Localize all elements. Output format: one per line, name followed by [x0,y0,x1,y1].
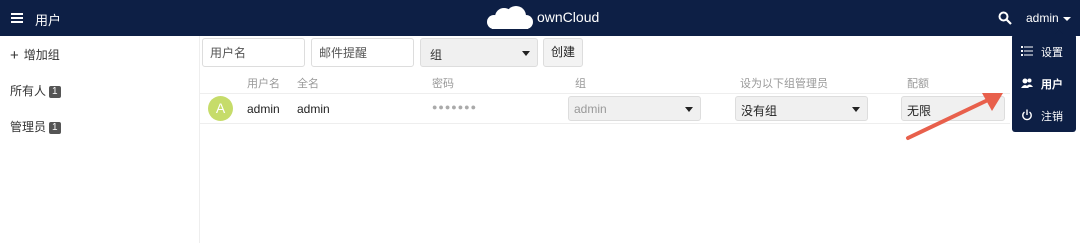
power-icon [1022,109,1032,121]
user-menu-button[interactable]: admin [1026,11,1071,25]
chevron-down-icon [685,107,693,112]
plus-icon: + [10,47,19,64]
owncloud-logo-icon[interactable] [484,6,534,30]
group-name: 所有人 [10,84,47,98]
chevron-down-icon [852,107,860,112]
app-title[interactable]: 用户 [35,10,61,29]
sidebar: + 增加组 所有人 1 管理员 1 [0,36,200,243]
new-email-input[interactable] [311,38,414,67]
group-select[interactable]: admin [568,96,701,121]
column-header-subadmin[interactable]: 设为以下组管理员 [740,75,828,91]
user-dropdown-menu: 设置 用户 注销 [1012,34,1076,132]
brand-name[interactable]: ownCloud [537,9,599,25]
group-select-value: 组 [430,48,443,62]
new-username-input[interactable] [202,38,305,67]
menu-item-label: 用户 [1041,79,1063,91]
menu-item-logout[interactable]: 注销 [1012,100,1076,130]
column-header-fullname[interactable]: 全名 [297,75,319,91]
avatar: A [208,96,233,121]
menu-item-users[interactable]: 用户 [1012,68,1076,98]
username-cell: admin [247,102,280,116]
new-group-select[interactable]: 组 [420,38,538,67]
password-cell[interactable]: ●●●●●●● [432,102,477,112]
group-count-badge: 1 [49,86,61,98]
users-icon [1021,78,1033,88]
chevron-down-icon [1062,16,1071,21]
column-header-username[interactable]: 用户名 [247,75,280,91]
group-select-value: admin [574,102,607,116]
sidebar-item-everyone[interactable]: 所有人 1 [10,82,61,99]
chevron-down-icon [522,51,530,56]
group-count-badge: 1 [49,122,61,134]
menu-icon[interactable] [11,13,23,23]
fullname-cell[interactable]: admin [297,102,330,116]
settings-list-icon [1021,46,1033,56]
menu-item-label: 注销 [1041,111,1063,123]
add-group-label: 增加组 [23,48,60,62]
annotation-arrow [906,93,1003,140]
column-header-groups[interactable]: 组 [575,75,586,91]
sidebar-item-admin[interactable]: 管理员 1 [10,118,61,135]
group-name: 管理员 [10,120,47,134]
add-group-button[interactable]: + 增加组 [10,46,60,64]
search-icon[interactable] [998,11,1012,25]
subadmin-select-value: 没有组 [741,104,778,118]
subadmin-select[interactable]: 没有组 [735,96,868,121]
user-name: admin [1026,11,1059,25]
create-button[interactable]: 创建 [543,38,583,67]
app-header: 用户 ownCloud admin [0,0,1080,36]
column-header-password[interactable]: 密码 [432,75,454,91]
menu-item-label: 设置 [1041,47,1063,59]
menu-item-settings[interactable]: 设置 [1012,36,1076,66]
